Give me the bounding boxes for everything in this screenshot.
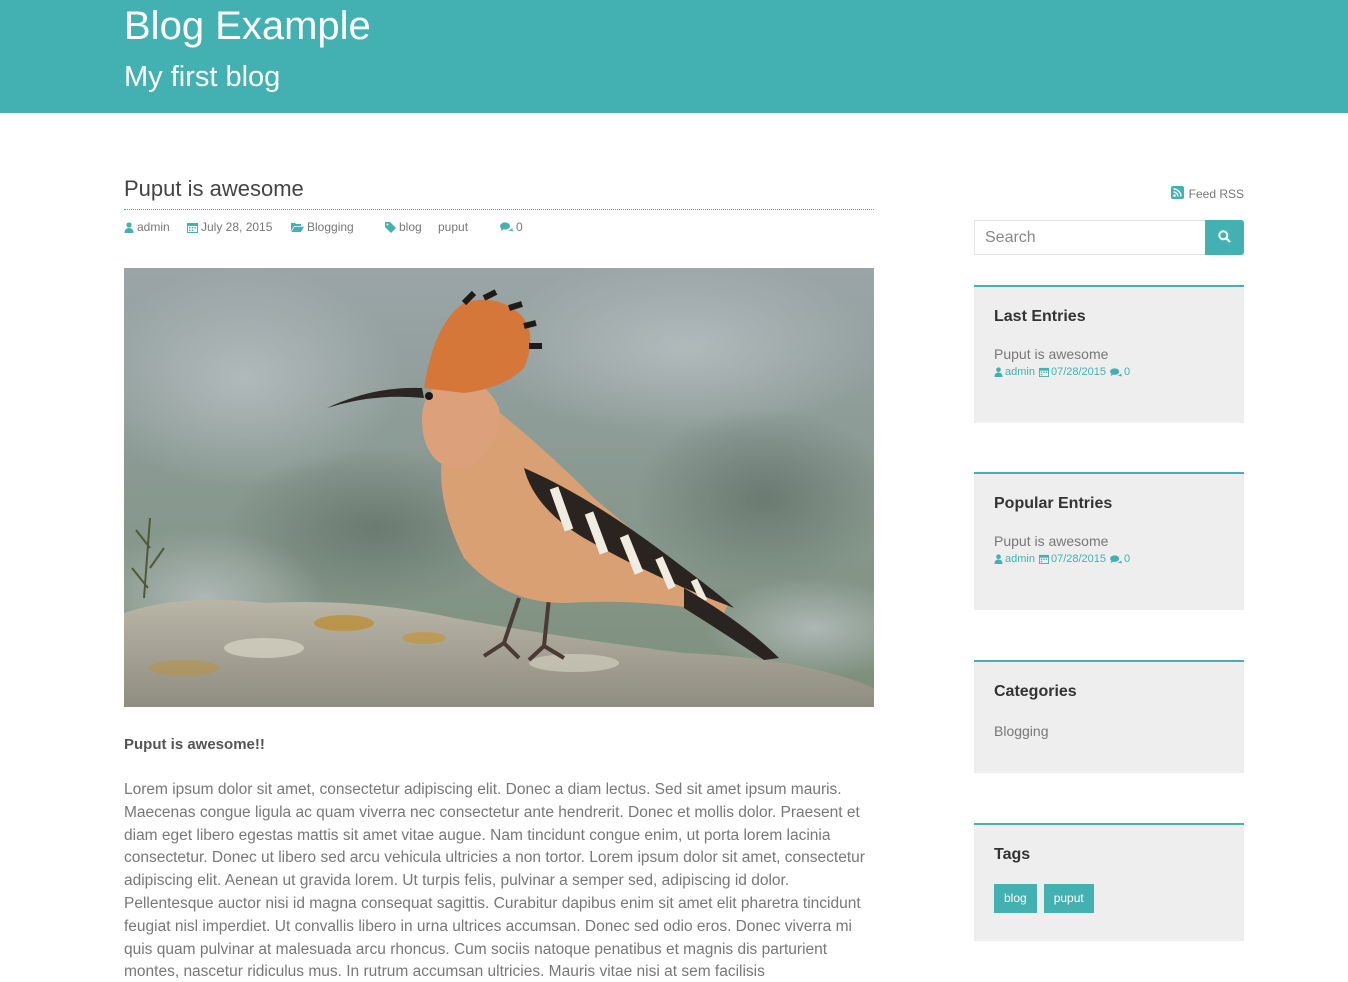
post-category-label: Blogging [307, 220, 354, 234]
comments-icon [500, 222, 513, 232]
entry-date-label: 07/28/2015 [1050, 553, 1107, 565]
widget-categories: Categories Blogging [974, 660, 1244, 773]
widget-title: Last Entries [994, 308, 1086, 325]
entry-date-label: 07/28/2015 [1050, 366, 1107, 378]
entry-date: 07/28/2015 [1038, 553, 1107, 565]
entry-date: 07/28/2015 [1038, 366, 1107, 378]
tag-list: blog puput [994, 884, 1224, 913]
entry-author[interactable]: admin [994, 366, 1035, 378]
site-title[interactable]: Blog Example [124, 2, 371, 50]
post-meta: admin July 28, 2015 Blogging blog puput [124, 220, 874, 236]
widget-title: Popular Entries [994, 495, 1113, 512]
search-input[interactable] [974, 220, 1205, 255]
site-header: Blog Example My first blog [0, 0, 1348, 113]
post-date: July 28, 2015 [187, 220, 272, 234]
search-button[interactable] [1205, 220, 1244, 255]
entry-author-label: admin [1005, 553, 1035, 565]
post-body: Lorem ipsum dolor sit amet, consectetur … [124, 781, 865, 981]
last-entry-link[interactable]: Puput is awesome [994, 345, 1224, 363]
last-entry-meta: admin 07/28/2015 0 [994, 366, 1224, 378]
calendar-icon [1038, 554, 1049, 564]
tag-button[interactable]: blog [994, 884, 1037, 913]
post-comments-count: 0 [516, 220, 523, 234]
post-date-label: July 28, 2015 [201, 220, 273, 234]
category-link[interactable]: Blogging [994, 722, 1224, 740]
tag-icon [385, 221, 396, 233]
rss-icon [1170, 186, 1184, 202]
post-tag-link[interactable]: puput [438, 220, 468, 234]
entry-author-label: admin [1005, 366, 1035, 378]
popular-entry-link[interactable]: Puput is awesome [994, 532, 1224, 550]
post-lead: Puput is awesome!! [124, 736, 265, 753]
calendar-icon [1038, 367, 1049, 377]
post-comments[interactable]: 0 [500, 220, 523, 234]
post-author[interactable]: admin [124, 220, 170, 234]
entry-comments[interactable]: 0 [1110, 553, 1130, 565]
widget-tags: Tags blog puput [974, 823, 1244, 941]
post-title[interactable]: Puput is awesome [124, 172, 874, 210]
site-subtitle: My first blog [124, 61, 281, 93]
feed-rss-label: Feed RSS [1188, 187, 1244, 201]
entry-comments-count: 0 [1124, 366, 1131, 378]
calendar-icon [187, 222, 198, 233]
user-icon [994, 554, 1003, 564]
entry-comments[interactable]: 0 [1110, 366, 1130, 378]
post-tags: blog [385, 220, 422, 234]
feed-rss-link[interactable]: Feed RSS [1170, 186, 1244, 202]
user-icon [994, 367, 1003, 377]
user-icon [124, 221, 134, 233]
post-author-label: admin [137, 220, 170, 234]
post-tag-link[interactable]: blog [399, 220, 422, 234]
search-icon [1218, 229, 1231, 246]
entry-author[interactable]: admin [994, 553, 1035, 565]
comments-icon [1110, 367, 1122, 377]
post-article: Puput is awesome admin July 28, 2015 Blo… [124, 172, 874, 982]
entry-comments-count: 0 [1124, 553, 1131, 565]
widget-last-entries: Last Entries Puput is awesome admin 07/2… [974, 285, 1244, 423]
post-category[interactable]: Blogging [291, 220, 354, 234]
folder-open-icon [291, 222, 304, 232]
post-image-hoopoe [124, 268, 874, 707]
widget-title: Tags [994, 846, 1031, 863]
popular-entry-meta: admin 07/28/2015 0 [994, 553, 1224, 565]
search-form [974, 220, 1244, 255]
comments-icon [1110, 554, 1122, 564]
widget-popular-entries: Popular Entries Puput is awesome admin 0… [974, 472, 1244, 610]
tag-button[interactable]: puput [1043, 884, 1094, 913]
widget-title: Categories [994, 683, 1077, 700]
